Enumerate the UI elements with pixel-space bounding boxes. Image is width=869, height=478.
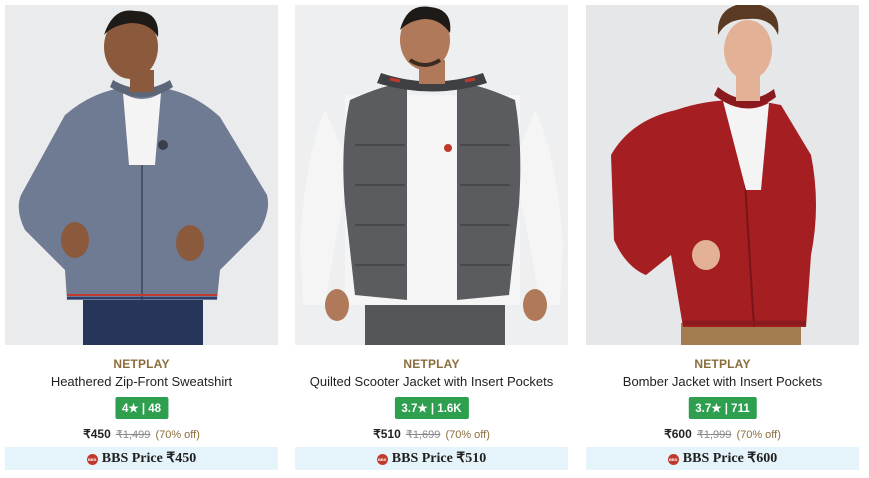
product-name[interactable]: Quilted Scooter Jacket with Insert Pocke…: [295, 374, 568, 389]
price-row: ₹600 ₹1,999 (70% off): [586, 427, 859, 441]
rating-badge: 3.7★ | 1.6K: [394, 397, 469, 419]
bbs-icon: BBS: [667, 454, 679, 465]
selling-price: ₹510: [373, 427, 401, 441]
mrp-price: ₹1,499: [115, 429, 151, 441]
bbs-price-label: BBS Price ₹510: [391, 451, 487, 466]
bbs-price-label: BBS Price ₹450: [101, 451, 197, 466]
bbs-price-banner: BBS BBS Price ₹600: [586, 447, 859, 470]
product-image[interactable]: [586, 5, 859, 345]
bbs-icon: BBS: [376, 454, 388, 465]
product-image[interactable]: [295, 5, 568, 345]
product-name[interactable]: Heathered Zip-Front Sweatshirt: [5, 374, 278, 389]
product-image[interactable]: [5, 5, 278, 345]
mrp-price: ₹1,699: [405, 429, 441, 441]
discount-text: (70% off): [736, 429, 781, 441]
discount-text: (70% off): [445, 429, 490, 441]
rating-badge: 4★ | 48: [114, 397, 169, 419]
product-brand: NETPLAY: [694, 357, 751, 371]
selling-price: ₹600: [664, 427, 692, 441]
product-name[interactable]: Bomber Jacket with Insert Pockets: [586, 374, 859, 389]
selling-price: ₹450: [83, 427, 111, 441]
product-card[interactable]: NETPLAY Heathered Zip-Front Sweatshirt 4…: [5, 5, 278, 470]
mrp-price: ₹1,999: [696, 429, 732, 441]
bbs-icon: BBS: [86, 454, 98, 465]
product-card[interactable]: NETPLAY Bomber Jacket with Insert Pocket…: [586, 5, 859, 470]
product-brand: NETPLAY: [403, 357, 460, 371]
bbs-price-banner: BBS BBS Price ₹510: [295, 447, 568, 470]
rating-badge: 3.7★ | 711: [688, 397, 757, 419]
bbs-price-banner: BBS BBS Price ₹450: [5, 447, 278, 470]
product-brand: NETPLAY: [113, 357, 170, 371]
product-card[interactable]: NETPLAY Quilted Scooter Jacket with Inse…: [295, 5, 568, 470]
discount-text: (70% off): [155, 429, 200, 441]
bbs-price-label: BBS Price ₹600: [682, 451, 778, 466]
price-row: ₹450 ₹1,499 (70% off): [5, 427, 278, 441]
price-row: ₹510 ₹1,699 (70% off): [295, 427, 568, 441]
